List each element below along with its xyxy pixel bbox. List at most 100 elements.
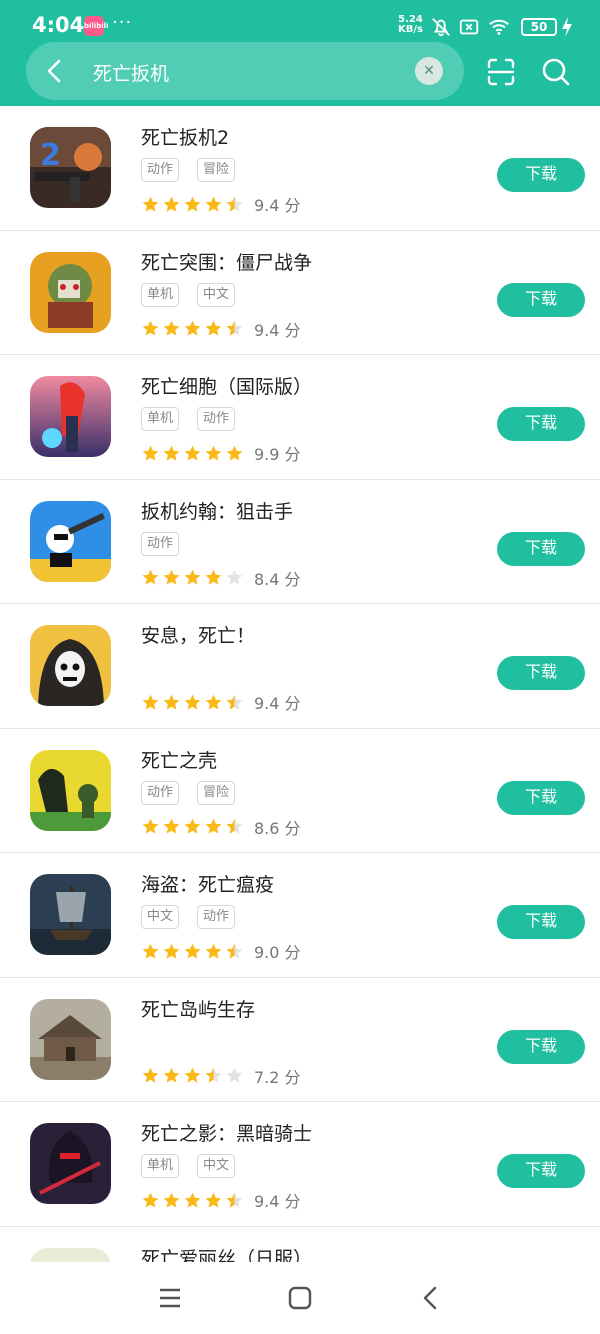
battery-level: 50 (530, 20, 548, 34)
app-name[interactable]: 死亡之壳 (141, 746, 217, 773)
star-half-icon (226, 1192, 243, 1208)
app-list-item[interactable]: 死亡细胞（国际版） 单机 动作 9.9 分 下载 (0, 355, 600, 480)
app-list-item[interactable]: 扳机约翰：狙击手 动作 8.4 分 下载 (0, 480, 600, 604)
app-icon[interactable] (30, 1123, 111, 1204)
star-full-icon (184, 320, 201, 336)
app-name[interactable]: 死亡岛屿生存 (141, 995, 255, 1022)
header: 4:04 bilibili ··· 5.24 KB/s 50 死亡扳机 ✕ (0, 0, 600, 106)
download-button[interactable]: 下载 (497, 158, 585, 192)
download-button[interactable]: 下载 (497, 656, 585, 690)
app-name[interactable]: 死亡突围：僵尸战争 (141, 248, 312, 275)
star-full-icon (184, 196, 201, 212)
download-button[interactable]: 下载 (497, 780, 585, 815)
app-tags: 单机 中文 (141, 282, 236, 307)
star-full-icon (205, 943, 222, 959)
star-full-icon (163, 196, 180, 212)
app-icon[interactable] (30, 749, 111, 831)
app-tag: 单机 (141, 407, 180, 431)
search-input[interactable]: 死亡扳机 (93, 59, 169, 86)
app-score: 9.4 分 (254, 1192, 301, 1211)
app-tag: 中文 (197, 1154, 236, 1178)
star-full-icon (205, 445, 222, 461)
star-empty-icon (226, 1067, 243, 1083)
app-tag: 动作 (197, 905, 236, 929)
star-half-icon (226, 320, 243, 336)
download-button[interactable]: 下载 (497, 1154, 585, 1188)
app-icon[interactable] (30, 874, 111, 955)
app-score: 9.4 分 (254, 320, 301, 340)
app-icon[interactable] (30, 500, 111, 582)
search-bar[interactable]: 死亡扳机 ✕ (26, 42, 464, 100)
download-button[interactable]: 下载 (497, 282, 585, 317)
app-name[interactable]: 扳机约翰：狙击手 (141, 497, 293, 524)
app-tags: 单机 中文 (141, 1154, 236, 1178)
star-full-icon (142, 320, 159, 336)
app-tag: 动作 (141, 158, 180, 182)
star-half-icon (226, 943, 243, 959)
download-button[interactable]: 下载 (497, 407, 585, 441)
download-button[interactable]: 下载 (497, 905, 585, 939)
star-full-icon (163, 694, 180, 710)
search-icon[interactable] (541, 57, 571, 87)
star-full-icon (205, 196, 222, 212)
star-full-icon (142, 445, 159, 461)
app-list-item[interactable]: 安息，死亡！ 9.4 分 下载 (0, 604, 600, 729)
app-name[interactable]: 安息，死亡！ (141, 621, 255, 648)
download-button[interactable]: 下载 (497, 1029, 585, 1064)
star-full-icon (184, 445, 201, 461)
app-icon[interactable]: 2 (30, 127, 111, 208)
app-name[interactable]: 死亡细胞（国际版） (141, 372, 312, 399)
app-list-item[interactable]: 死亡之影：黑暗骑士 单机 中文 9.4 分 下载 (0, 1102, 600, 1227)
star-full-icon (142, 1192, 159, 1208)
app-tag: 单机 (141, 1154, 180, 1178)
app-icon[interactable] (30, 251, 111, 333)
star-full-icon (205, 569, 222, 585)
star-half-icon (226, 818, 243, 834)
star-half-icon (226, 694, 243, 710)
star-full-icon (163, 445, 180, 461)
app-score: 8.6 分 (254, 818, 301, 838)
network-speed: 5.24 KB/s (398, 14, 423, 35)
app-list-item[interactable]: 海盗：死亡瘟疫 中文 动作 9.0 分 下载 (0, 853, 600, 978)
home-icon[interactable] (286, 1284, 314, 1312)
star-half-icon (226, 196, 243, 212)
back-arrow-icon[interactable] (40, 56, 70, 86)
search-results-list: 2 死亡扳机2 动作 冒险 9.4 分下载 死亡突围：僵尸战争 单机 中文 9.4 分下载 死亡细… (0, 106, 600, 1334)
app-tag: 单机 (141, 282, 180, 307)
star-full-icon (184, 569, 201, 585)
app-score: 8.4 分 (254, 569, 301, 589)
app-tags: 动作 (141, 531, 180, 556)
download-button[interactable]: 下载 (497, 531, 585, 566)
star-empty-icon (226, 569, 243, 585)
app-icon[interactable] (30, 625, 111, 706)
app-list-item[interactable]: 死亡之壳 动作 冒险 8.6 分 下载 (0, 729, 600, 853)
app-name[interactable]: 海盗：死亡瘟疫 (141, 870, 274, 897)
star-full-icon (205, 818, 222, 834)
app-list-item[interactable]: 2 死亡扳机2 动作 冒险 9.4 分 下载 (0, 106, 600, 231)
scan-icon[interactable] (486, 57, 516, 87)
mute-bell-icon (432, 18, 450, 37)
bilibili-notification-icon: bilibili (84, 16, 108, 36)
back-icon[interactable] (417, 1284, 445, 1312)
app-rating: 9.9 分 (141, 441, 301, 465)
star-full-icon (205, 694, 222, 710)
app-rating: 9.4 分 (141, 192, 301, 216)
star-full-icon (184, 694, 201, 710)
app-name[interactable]: 死亡扳机2 (141, 123, 229, 150)
status-bar: 4:04 bilibili ··· 5.24 KB/s 50 (0, 0, 600, 40)
app-rating: 9.4 分 (141, 317, 301, 341)
star-half-icon (205, 1067, 222, 1083)
app-tag: 动作 (197, 407, 236, 431)
app-list-item[interactable]: 死亡岛屿生存 7.2 分 下载 (0, 978, 600, 1102)
app-tag: 中文 (197, 282, 236, 307)
wifi-icon (489, 19, 509, 35)
app-rating: 7.2 分 (141, 1064, 301, 1088)
app-icon[interactable] (30, 376, 111, 457)
menu-icon[interactable] (156, 1284, 184, 1312)
app-icon[interactable] (30, 998, 111, 1080)
clear-search-button[interactable]: ✕ (415, 57, 443, 85)
app-list-item[interactable]: 死亡突围：僵尸战争 单机 中文 9.4 分 下载 (0, 231, 600, 355)
star-full-icon (142, 694, 159, 710)
app-rating: 8.4 分 (141, 566, 301, 590)
app-name[interactable]: 死亡之影：黑暗骑士 (141, 1119, 312, 1146)
